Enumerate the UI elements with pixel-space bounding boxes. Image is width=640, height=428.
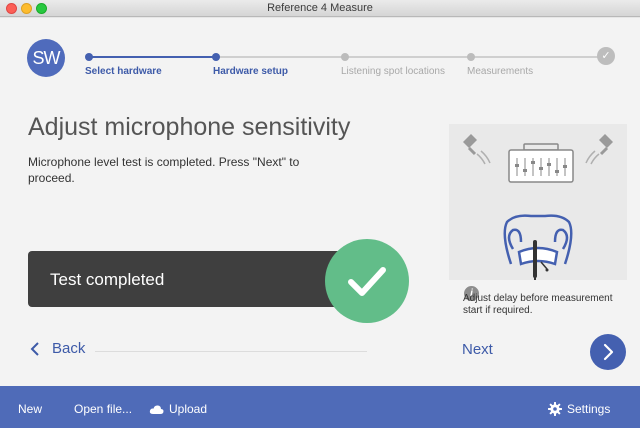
chevron-right-icon: [603, 343, 614, 361]
back-button[interactable]: Back: [30, 340, 85, 357]
page-title: Adjust microphone sensitivity: [28, 113, 351, 141]
next-button-label[interactable]: Next: [462, 341, 493, 358]
open-file-button-label: Open file...: [74, 402, 133, 416]
window-titlebar: Reference 4 Measure: [0, 0, 640, 17]
mixing-console-icon: [508, 143, 574, 183]
chevron-left-icon: [30, 341, 39, 356]
window-title: Reference 4 Measure: [267, 2, 373, 14]
bottom-toolbar: New Open file... Upload Settings: [0, 386, 640, 428]
upload-button[interactable]: Upload: [149, 402, 207, 416]
step-label-select-hardware[interactable]: Select hardware: [85, 66, 162, 77]
step-label-hardware-setup[interactable]: Hardware setup: [213, 66, 288, 77]
listening-position-illustration: [449, 124, 627, 280]
step-label-listening-spot: Listening spot locations: [341, 66, 445, 77]
page-description: Microphone level test is completed. Pres…: [28, 155, 300, 185]
step-dot-measurements: [467, 53, 475, 61]
open-file-button[interactable]: Open file...: [74, 402, 132, 416]
success-check-icon: [325, 239, 409, 323]
back-button-label: Back: [52, 340, 86, 357]
gear-icon: [548, 402, 562, 416]
settings-button[interactable]: Settings: [548, 402, 610, 416]
right-speaker-icon: [585, 134, 613, 165]
stepper-line-done: [90, 56, 216, 58]
new-button-label: New: [18, 402, 43, 416]
main-content: SW ✓ Select hardware Hardware setup List…: [0, 18, 640, 386]
step-dot-select-hardware: [85, 53, 93, 61]
step-dot-listening-spot: [341, 53, 349, 61]
upload-button-label: Upload: [169, 402, 208, 416]
new-button[interactable]: New: [18, 402, 42, 416]
test-result-label: Test completed: [50, 270, 165, 289]
chair-icon: [503, 214, 573, 266]
stepper-line-pending: [216, 56, 601, 58]
left-speaker-icon: [463, 134, 491, 165]
step-dot-hardware-setup: [212, 53, 220, 61]
step-final-check-icon: ✓: [597, 47, 615, 65]
next-button[interactable]: [590, 334, 626, 370]
settings-button-label: Settings: [567, 402, 611, 416]
step-label-measurements: Measurements: [467, 66, 534, 77]
cloud-icon: [149, 404, 164, 414]
info-text: Adjust delay before measurement start if…: [463, 293, 613, 316]
divider: [95, 351, 367, 352]
app-logo: SW: [27, 39, 65, 77]
